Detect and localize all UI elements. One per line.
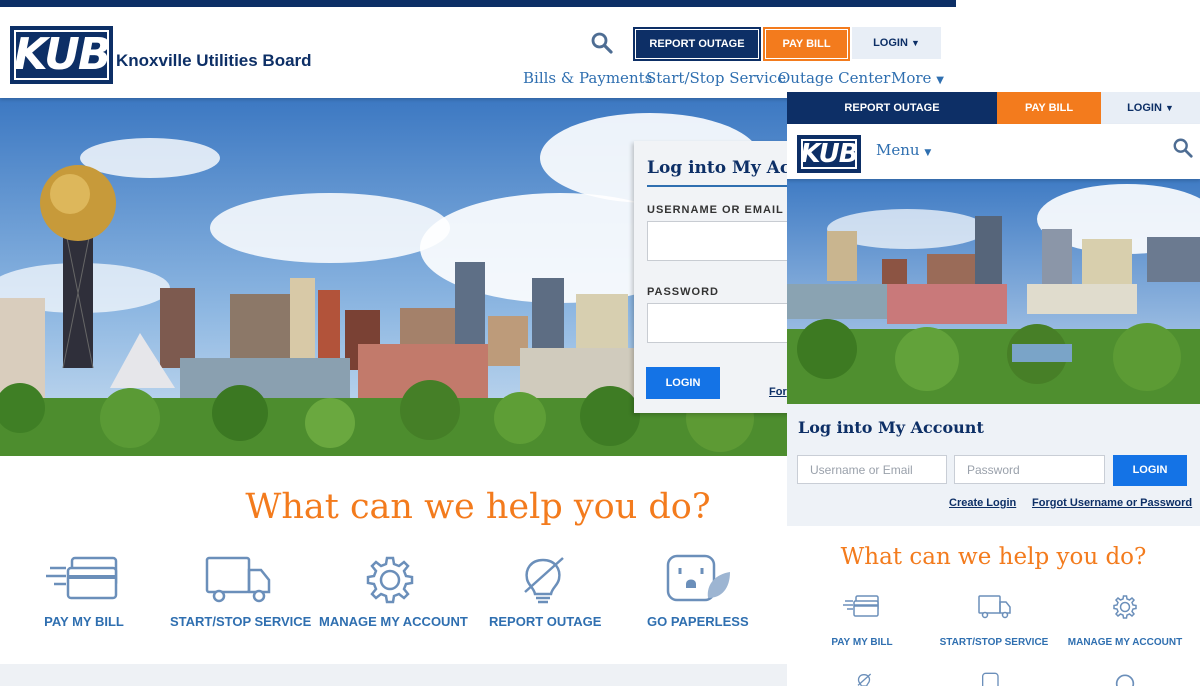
kub-logo[interactable]: KUB <box>797 135 861 173</box>
caret-down-icon: ▼ <box>924 148 932 158</box>
login-dropdown-button[interactable]: LOGIN ▼ <box>852 27 941 59</box>
tile-start-stop-service[interactable]: START/STOP SERVICE <box>170 552 312 629</box>
report-outage-button[interactable]: REPORT OUTAGE <box>633 27 761 61</box>
nav-bills-payments[interactable]: Bills & Payments <box>523 69 652 87</box>
tile-pay-my-bill[interactable]: PAY MY BILL <box>44 552 124 629</box>
mobile-report-outage-button[interactable]: REPORT OUTAGE <box>787 92 997 124</box>
truck-icon <box>197 552 277 612</box>
caret-down-icon: ▼ <box>910 38 920 48</box>
mobile-tile-start-stop-service[interactable]: START/STOP SERVICE <box>939 592 1049 648</box>
lightbulb-off-icon[interactable] <box>850 672 878 686</box>
nav-outage-center[interactable]: Outage Center <box>778 69 890 87</box>
nav-more[interactable]: More ▼ <box>891 69 944 87</box>
mobile-tile-pay-my-bill[interactable]: PAY MY BILL <box>822 592 902 648</box>
kub-logo[interactable]: KUB <box>10 26 113 84</box>
forgot-username-password-link[interactable]: Forgot Username or Password <box>1032 497 1192 509</box>
credit-card-icon <box>44 552 124 612</box>
dollar-icon[interactable] <box>1113 672 1137 686</box>
truck-icon <box>974 592 1014 624</box>
site-header: KUB Knoxville Utilities Board REPORT OUT… <box>0 7 956 98</box>
forgot-link[interactable]: For <box>769 386 787 398</box>
mobile-help-heading: What can we help you do? <box>840 544 1147 570</box>
search-icon[interactable] <box>590 31 614 55</box>
tile-manage-my-account[interactable]: MANAGE MY ACCOUNT <box>319 552 468 629</box>
tile-report-outage[interactable]: REPORT OUTAGE <box>489 552 602 629</box>
mobile-username-input[interactable]: Username or Email <box>797 455 947 484</box>
top-accent-bar <box>0 0 956 7</box>
lightbulb-off-icon <box>503 552 583 612</box>
password-input[interactable] <box>647 303 804 343</box>
nav-start-stop-service[interactable]: Start/Stop Service <box>646 69 786 87</box>
mobile-login-section: Log into My Account Username or Email Pa… <box>787 404 1200 526</box>
login-label: LOGIN <box>873 37 908 49</box>
mobile-login-button[interactable]: LOGIN <box>1113 455 1187 486</box>
username-input[interactable] <box>647 221 804 261</box>
tile-go-paperless[interactable]: GO PAPERLESS <box>647 552 749 629</box>
tile-label: MANAGE MY ACCOUNT <box>319 614 468 629</box>
tile-label: PAY MY BILL <box>831 637 893 648</box>
pay-bill-button[interactable]: PAY BILL <box>763 27 850 61</box>
gear-icon <box>1105 592 1145 624</box>
nav-more-label: More <box>891 69 932 87</box>
mobile-view: REPORT OUTAGE PAY BILL LOGIN ▼ KUB Menu … <box>787 92 1200 686</box>
tile-label: GO PAPERLESS <box>647 614 749 629</box>
username-label: USERNAME OR EMAIL <box>647 204 784 216</box>
tile-label: START/STOP SERVICE <box>170 614 312 629</box>
outlet-leaf-icon <box>656 552 736 612</box>
brand-name: Knoxville Utilities Board <box>116 51 312 70</box>
mobile-login-dropdown-button[interactable]: LOGIN ▼ <box>1101 92 1200 124</box>
menu-label: Menu <box>876 141 920 159</box>
caret-down-icon: ▼ <box>1164 103 1174 113</box>
mobile-password-input[interactable]: Password <box>954 455 1105 484</box>
tile-label: PAY MY BILL <box>44 614 124 629</box>
credit-card-icon <box>842 592 882 624</box>
mobile-login-title: Log into My Account <box>798 418 984 437</box>
create-login-link[interactable]: Create Login <box>949 497 1016 509</box>
caret-down-icon: ▼ <box>936 75 944 86</box>
mobile-menu-button[interactable]: Menu ▼ <box>876 141 931 159</box>
search-icon[interactable] <box>1172 137 1194 159</box>
outlet-icon[interactable] <box>978 672 1006 686</box>
tile-label: REPORT OUTAGE <box>489 614 602 629</box>
mobile-hero-city-image <box>787 179 1200 404</box>
login-button[interactable]: LOGIN <box>646 367 720 399</box>
tile-label: MANAGE MY ACCOUNT <box>1067 637 1183 648</box>
mobile-tile-manage-my-account[interactable]: MANAGE MY ACCOUNT <box>1067 592 1183 648</box>
login-label: LOGIN <box>1127 102 1162 114</box>
mobile-header: KUB Menu ▼ <box>787 124 1200 179</box>
footer-strip <box>0 664 800 686</box>
tile-label: START/STOP SERVICE <box>939 637 1049 648</box>
gear-icon <box>350 552 430 612</box>
mobile-pay-bill-button[interactable]: PAY BILL <box>997 92 1101 124</box>
password-label: PASSWORD <box>647 286 719 298</box>
